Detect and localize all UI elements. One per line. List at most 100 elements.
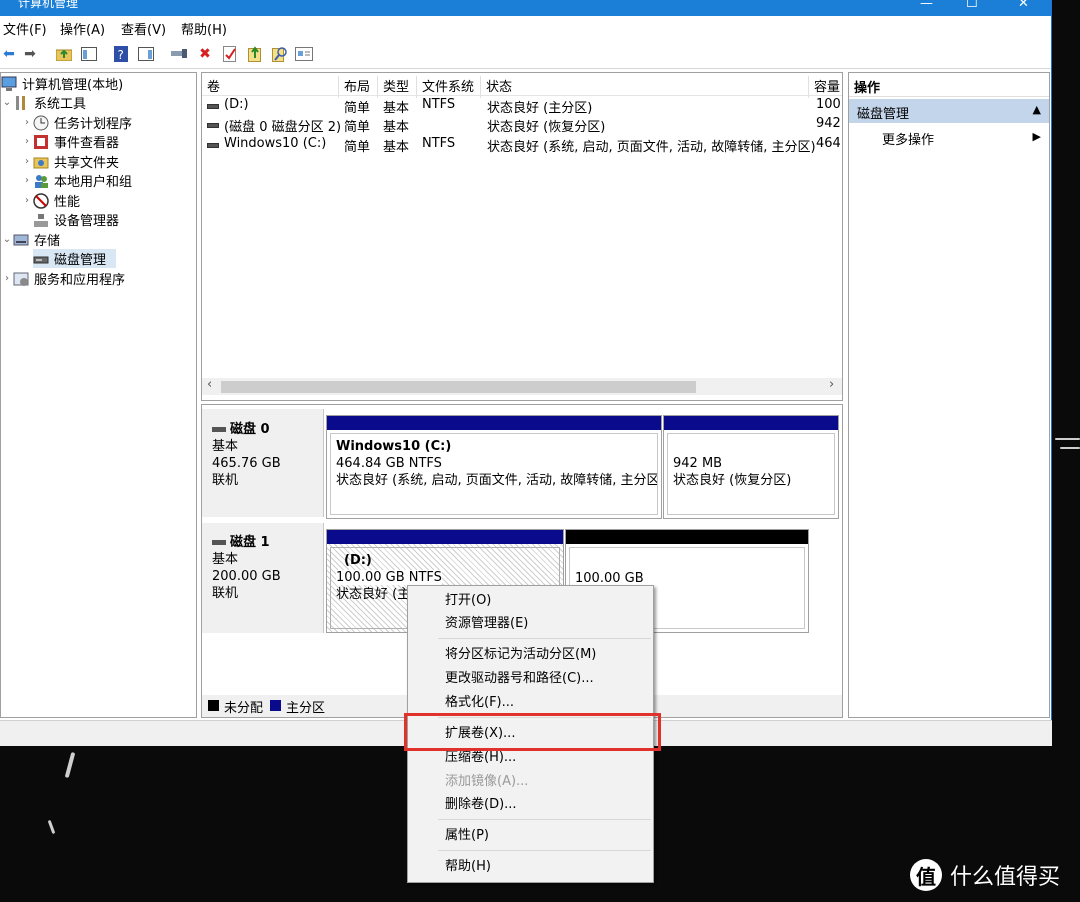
title-bar[interactable]: 计算机管理 — ☐ ✕ [0,0,1051,16]
menu-item-properties[interactable]: 属性(P) [408,825,653,847]
scroll-left-icon[interactable]: ‹ [207,377,212,392]
column-filesystem[interactable]: 文件系统 [417,76,481,98]
delete-icon[interactable]: ✖ [196,45,214,63]
tree-item-device-manager[interactable]: 设备管理器 [33,210,119,229]
menu-file[interactable]: 文件(F) [3,19,47,38]
table-row[interactable]: (磁盘 0 磁盘分区 2) 简单 基本 状态良好 (恢复分区) 942 [202,115,842,135]
tree-item-label: 性能 [54,195,81,210]
menu-separator [438,819,651,820]
menu-action[interactable]: 操作(A) [60,19,105,38]
tree-item-local-users[interactable]: › 本地用户和组 [21,171,132,190]
chevron-right-icon[interactable]: › [21,136,33,147]
details-icon[interactable] [295,45,313,63]
tree-item-task-scheduler[interactable]: › 任务计划程序 [21,113,132,132]
tree-item-services[interactable]: › 服务和应用程序 [1,269,125,288]
scrollbar-thumb[interactable] [221,381,696,393]
tree-item-storage[interactable]: ⌄ 存储 [1,230,60,249]
table-row[interactable]: (D:) 简单 基本 NTFS 状态良好 (主分区) 100. [202,96,842,116]
more-actions[interactable]: 更多操作 ▶ [849,127,1049,149]
properties-icon[interactable] [221,45,239,63]
column-type[interactable]: 类型 [378,76,417,98]
shared-folder-icon [33,154,50,170]
clock-icon [33,115,50,131]
submenu-arrow-icon: ▶ [1032,130,1041,143]
actions-section-disk-management[interactable]: 磁盘管理 ▲ [849,99,1049,123]
minimize-button[interactable]: — [920,0,933,11]
disk-icon [33,251,50,267]
tree-item-label: 服务和应用程序 [34,273,126,288]
volume-list: 卷 布局 类型 文件系统 状态 容量 (D:) 简单 基本 NTFS 状态良好 … [201,72,843,401]
search-icon[interactable] [271,45,289,63]
chevron-down-icon[interactable]: ⌄ [1,97,13,108]
tree-item-label: 共享文件夹 [54,156,120,171]
desktop-texture [64,751,76,779]
show-hide-action-icon[interactable] [137,45,155,63]
menu-bar: 文件(F) 操作(A) 查看(V) 帮助(H) [0,16,1051,38]
menu-item-help[interactable]: 帮助(H) [408,856,653,878]
annotation-highlight-box [404,713,661,751]
close-button[interactable]: ✕ [1018,0,1029,11]
forward-arrow-icon[interactable]: ➡ [21,45,39,63]
chevron-right-icon[interactable]: › [21,175,33,186]
partition-recovery[interactable]: 942 MB 状态良好 (恢复分区) [663,415,839,519]
watermark: 值 什么值得买 [910,855,1060,895]
no-entry-icon [33,192,50,209]
menu-view[interactable]: 查看(V) [121,19,166,38]
menu-item-add-mirror: 添加镜像(A)... [445,774,529,789]
help-icon[interactable]: ? [112,45,130,63]
disk-1-label[interactable]: 磁盘 1 基本 200.00 GB 联机 [202,523,324,633]
menu-item-explorer[interactable]: 资源管理器(E) [408,613,653,635]
toolbar: ⬅ ➡ ? ✖ [0,39,1051,69]
collapse-icon[interactable]: ▲ [1033,103,1041,116]
menu-item-mark-active[interactable]: 将分区标记为活动分区(M) [408,644,653,666]
scroll-right-icon[interactable]: › [829,377,834,392]
tree-item-system-tools[interactable]: ⌄ 系统工具 [1,93,86,112]
chevron-right-icon[interactable]: › [21,156,33,167]
computer-icon [1,76,18,92]
watermark-text: 什么值得买 [950,865,1061,890]
column-status[interactable]: 状态 [481,76,809,98]
column-volume[interactable]: 卷 [202,76,339,98]
back-arrow-icon[interactable]: ⬅ [0,45,18,63]
primary-swatch [270,700,281,711]
chevron-down-icon[interactable]: ⌄ [1,234,13,245]
tree-item-shared-folders[interactable]: › 共享文件夹 [21,152,119,171]
show-hide-tree-icon[interactable] [80,45,98,63]
tree-item-label: 事件查看器 [54,136,120,151]
up-folder-icon[interactable] [55,45,73,63]
storage-icon [13,232,30,248]
volume-icon [207,123,219,128]
column-layout[interactable]: 布局 [339,76,378,98]
tree-item-label: 磁盘管理 [54,253,107,268]
partition-c[interactable]: Windows10 (C:) 464.84 GB NTFS 状态良好 (系统, … [326,415,662,519]
horizontal-scrollbar[interactable]: ‹ › [202,377,842,395]
chevron-right-icon[interactable]: › [1,273,13,284]
actions-header: 操作 [849,73,1049,97]
tree-item-label: 存储 [34,234,61,249]
svg-text:?: ? [118,48,124,62]
export-icon[interactable] [246,45,264,63]
connect-icon[interactable] [170,45,188,63]
tree-item-performance[interactable]: › 性能 [21,191,80,210]
column-capacity[interactable]: 容量 [809,76,842,98]
table-row[interactable]: Windows10 (C:) 简单 基本 NTFS 状态良好 (系统, 启动, … [202,135,842,155]
maximize-button[interactable]: ☐ [966,0,978,11]
desktop-texture [1060,447,1080,449]
tree-item-event-viewer[interactable]: › 事件查看器 [21,132,119,151]
volume-list-header: 卷 布局 类型 文件系统 状态 容量 [202,73,842,98]
disk-icon [212,540,226,545]
menu-item-open[interactable]: 打开(O) [408,590,653,612]
menu-item-delete-volume[interactable]: 删除卷(D)... [408,794,653,816]
menu-item-format[interactable]: 格式化(F)... [408,692,653,714]
primary-partition-bar [664,416,838,430]
chevron-right-icon[interactable]: › [21,195,33,206]
menu-help[interactable]: 帮助(H) [181,19,227,38]
tree-item-label: 系统工具 [34,97,87,112]
chevron-right-icon[interactable]: › [21,117,33,128]
device-manager-icon [33,212,50,228]
tree-item-computer-management[interactable]: 计算机管理(本地) [1,74,123,93]
menu-separator [438,638,651,639]
menu-item-change-drive-letter[interactable]: 更改驱动器号和路径(C)... [408,668,653,690]
disk-0-label[interactable]: 磁盘 0 基本 465.76 GB 联机 [202,409,324,517]
tree-item-disk-management[interactable]: 磁盘管理 [33,249,116,268]
